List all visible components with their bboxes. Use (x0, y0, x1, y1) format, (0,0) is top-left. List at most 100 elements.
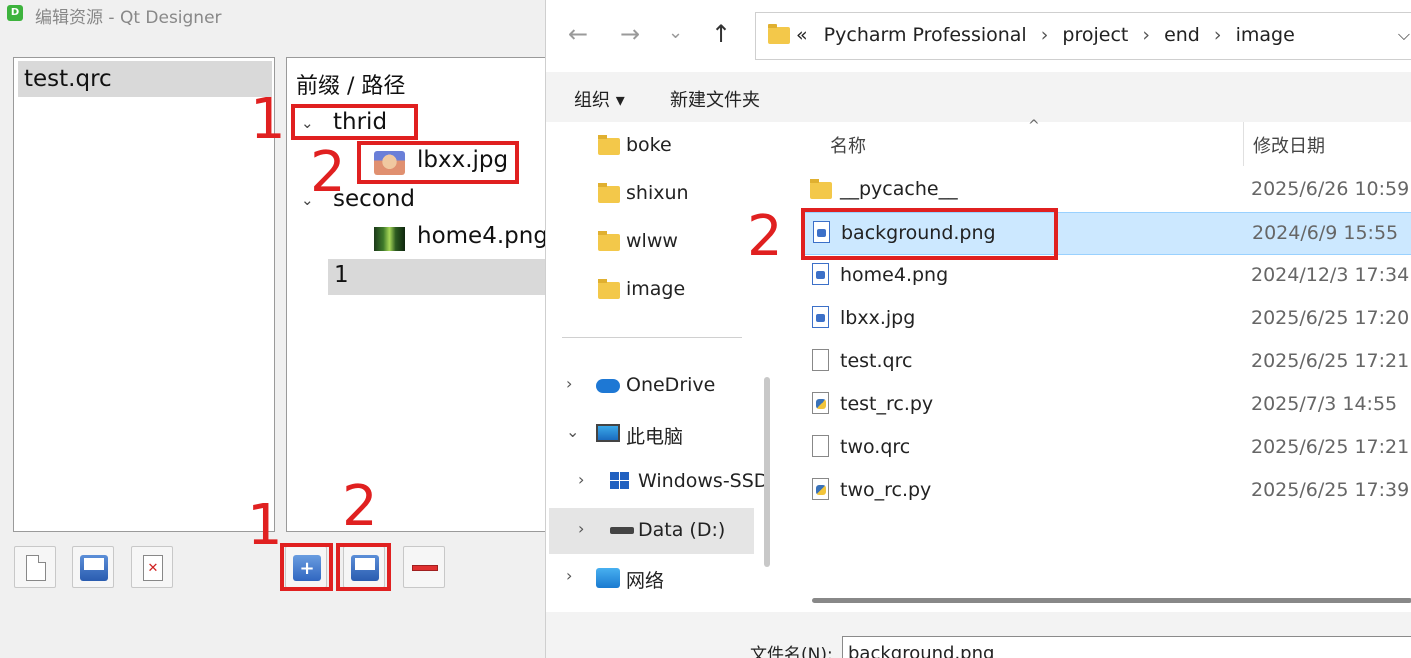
file-open-dialog: ← → ⌄ ↑ « Pycharm Professional › project… (545, 0, 1411, 658)
network-icon (596, 568, 620, 588)
qt-title-bar: D 编辑资源 - Qt Designer (0, 0, 545, 28)
annotation-box-prefix (291, 104, 418, 140)
nav-folder-boke[interactable]: boke (554, 126, 759, 166)
dialog-bottom-bar: 文件名(N): (546, 612, 1411, 658)
file-date: 2025/6/25 17:21 (1251, 436, 1410, 458)
nav-onedrive[interactable]: › OneDrive (554, 366, 759, 406)
remove-button[interactable] (403, 546, 445, 588)
chevron-right-icon[interactable]: › (566, 566, 572, 585)
save-button[interactable] (72, 546, 114, 588)
file-name: lbxx.jpg (840, 307, 916, 329)
nav-item-label: OneDrive (626, 374, 716, 396)
new-file-button[interactable] (14, 546, 56, 588)
document-file-icon (812, 435, 829, 457)
file-row[interactable]: two.qrc 2025/6/25 17:21 (802, 427, 1411, 470)
horizontal-scrollbar[interactable] (812, 598, 1411, 603)
nav-folder-image[interactable]: image (554, 270, 759, 310)
save-icon (80, 555, 108, 581)
file-row[interactable]: two_rc.py 2025/6/25 17:39 (802, 470, 1411, 513)
nav-folder-shixun[interactable]: shixun (554, 174, 759, 214)
remove-icon (412, 565, 438, 571)
back-arrow-icon[interactable]: ← (568, 20, 588, 48)
folder-icon (768, 24, 790, 44)
file-row[interactable]: test.qrc 2025/6/25 17:21 (802, 341, 1411, 384)
breadcrumb-item[interactable]: Pycharm Professional (824, 24, 1027, 46)
column-header-date[interactable]: 修改日期 (1253, 132, 1325, 158)
annotation-number-1: 1 (247, 493, 283, 558)
chevron-down-icon[interactable]: ⌵ (1398, 25, 1410, 45)
breadcrumb-separator-icon: › (1142, 24, 1151, 46)
folder-icon (598, 279, 620, 299)
filename-input[interactable] (842, 636, 1411, 658)
nav-item-label: 此电脑 (626, 426, 684, 448)
qrc-file-list[interactable]: test.qrc (13, 57, 275, 532)
file-date: 2025/6/25 17:39 (1251, 479, 1410, 501)
file-name: test.qrc (840, 350, 913, 372)
windows-drive-icon (610, 472, 632, 490)
address-bar[interactable]: « Pycharm Professional › project › end ›… (755, 12, 1411, 60)
tree-selected-row[interactable] (328, 259, 546, 295)
nav-item-label: Windows-SSD (638, 470, 769, 492)
onedrive-cloud-icon (596, 379, 620, 393)
nav-item-label: Data (D:) (638, 519, 726, 541)
column-header-name[interactable]: 名称 (830, 132, 866, 158)
chevron-right-icon[interactable]: › (578, 470, 584, 489)
up-arrow-icon[interactable]: ↑ (711, 20, 731, 48)
column-divider[interactable] (1243, 122, 1244, 166)
image-file-icon (812, 263, 829, 285)
nav-network[interactable]: › 网络 (554, 558, 759, 598)
file-name: two.qrc (840, 436, 911, 458)
tree-file-home4[interactable]: home4.png (417, 223, 546, 249)
chevron-right-icon[interactable]: › (578, 519, 584, 538)
file-date: 2025/6/26 10:59 (1251, 178, 1410, 200)
breadcrumb-item[interactable]: image (1236, 24, 1295, 46)
file-row[interactable]: lbxx.jpg 2025/6/25 17:20 (802, 298, 1411, 341)
chevron-right-icon[interactable]: › (566, 374, 572, 393)
forward-arrow-icon[interactable]: → (620, 20, 640, 48)
sort-ascending-icon: ^ (1028, 118, 1040, 134)
new-file-icon (26, 555, 46, 581)
file-row[interactable]: __pycache__ 2025/6/26 10:59 (802, 169, 1411, 212)
nav-scrollbar[interactable] (764, 377, 770, 567)
breadcrumb-overflow[interactable]: « (796, 24, 808, 46)
file-row[interactable]: test_rc.py 2025/7/3 14:55 (802, 384, 1411, 427)
annotation-box-add-files (336, 543, 391, 591)
navigation-pane[interactable]: boke shixun wlww image › OneDrive ⌄ 此电脑 … (546, 122, 778, 612)
folder-icon (810, 179, 832, 199)
forest-thumbnail-icon (374, 227, 405, 251)
file-date: 2025/7/3 14:55 (1251, 393, 1398, 415)
annotation-box-add-prefix (280, 543, 333, 591)
qrc-item[interactable]: test.qrc (18, 61, 272, 97)
nav-data-d[interactable]: › Data (D:) (549, 508, 754, 554)
chevron-down-icon[interactable]: ⌄ (566, 422, 579, 441)
python-file-icon (812, 478, 829, 500)
dialog-nav-row: ← → ⌄ ↑ « Pycharm Professional › project… (546, 0, 1411, 72)
file-list[interactable]: ^ 名称 修改日期 __pycache__ 2025/6/26 10:59 ba… (778, 118, 1411, 612)
nav-folder-wlww[interactable]: wlww (554, 222, 759, 262)
organize-menu[interactable]: 组织 ▾ (574, 86, 625, 112)
file-row[interactable]: home4.png 2024/12/3 17:34 (802, 255, 1411, 298)
breadcrumb-item[interactable]: project (1062, 24, 1128, 46)
nav-item-label: boke (626, 134, 672, 156)
breadcrumb-separator-icon: › (1213, 24, 1222, 46)
file-date: 2024/12/3 17:34 (1251, 264, 1410, 286)
tree-prefix-1[interactable]: 1 (334, 262, 349, 288)
nav-this-pc[interactable]: ⌄ 此电脑 (554, 414, 759, 454)
nav-windows-ssd[interactable]: › Windows-SSD (554, 462, 768, 502)
annotation-number-2: 2 (747, 204, 783, 269)
file-name: __pycache__ (840, 178, 958, 200)
python-file-icon (812, 392, 829, 414)
nav-item-label: wlww (626, 230, 678, 252)
annotation-number-1: 1 (250, 87, 286, 152)
recent-locations-icon[interactable]: ⌄ (668, 22, 683, 43)
breadcrumb[interactable]: « Pycharm Professional › project › end ›… (796, 24, 1295, 46)
qt-app-icon: D (7, 5, 23, 21)
annotation-number-2: 2 (310, 140, 346, 205)
new-folder-button[interactable]: 新建文件夹 (670, 86, 760, 112)
remove-file-button[interactable]: ✕ (131, 546, 173, 588)
command-bar: 组织 ▾ 新建文件夹 (546, 72, 1411, 122)
folder-icon (598, 231, 620, 251)
annotation-box-background-file (801, 208, 1058, 260)
breadcrumb-item[interactable]: end (1164, 24, 1200, 46)
computer-icon (596, 424, 620, 442)
